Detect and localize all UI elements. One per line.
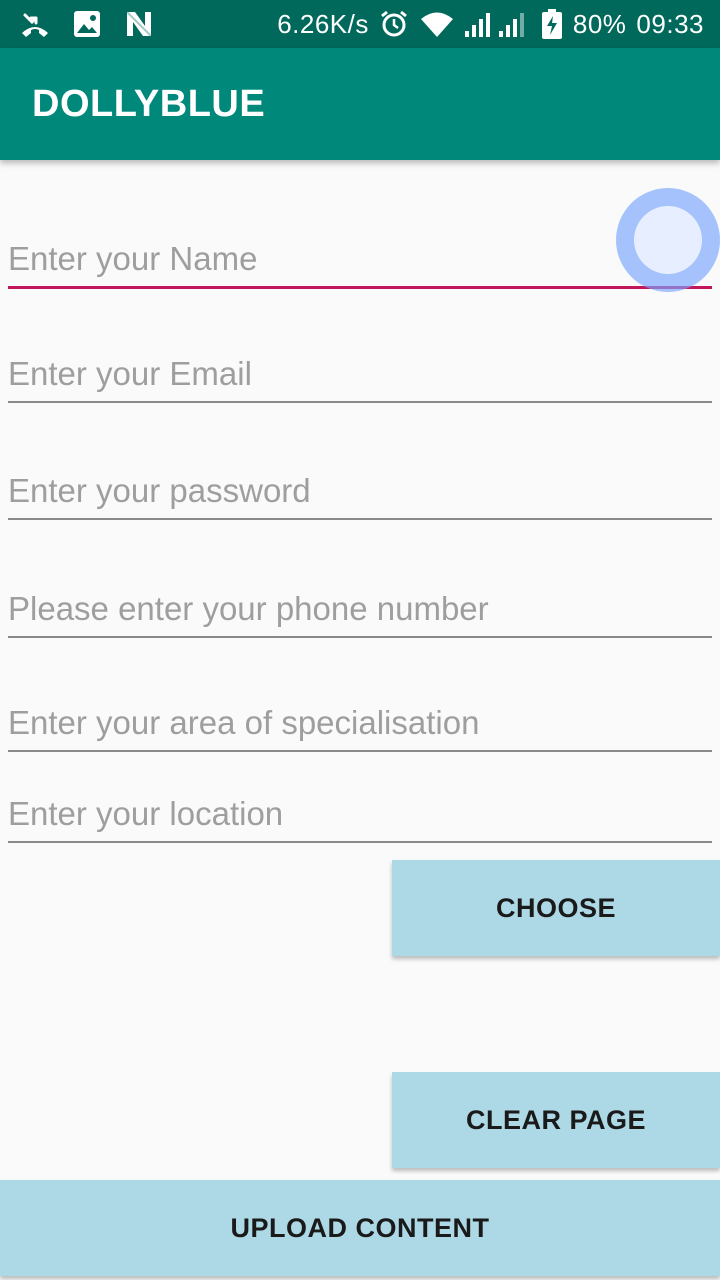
status-bar: 6.26K/s 80% 09:33: [0, 0, 720, 48]
touch-indicator: [616, 188, 720, 292]
phone-input[interactable]: [8, 590, 712, 638]
network-speed: 6.26K/s: [277, 8, 369, 39]
alarm-icon: [379, 9, 409, 39]
signal-icon: [464, 9, 531, 39]
name-input[interactable]: [8, 240, 712, 289]
app-bar: DOLLYBLUE: [0, 48, 720, 160]
notification-icons: [20, 9, 154, 39]
battery-level: 80%: [572, 8, 627, 39]
wifi-icon: [419, 9, 455, 39]
choose-button[interactable]: CHOOSE: [392, 860, 720, 956]
specialisation-input[interactable]: [8, 704, 712, 752]
clock-time: 09:33: [636, 8, 704, 39]
status-indicators: 6.26K/s 80% 09:33: [277, 9, 704, 40]
app-title: DOLLYBLUE: [32, 82, 266, 125]
location-input[interactable]: [8, 795, 712, 843]
email-input[interactable]: [8, 355, 712, 403]
missed-call-icon: [20, 9, 50, 39]
clear-page-button[interactable]: CLEAR PAGE: [392, 1072, 720, 1168]
image-icon: [72, 9, 102, 39]
password-input[interactable]: [8, 472, 712, 520]
n-notification-icon: [124, 9, 154, 39]
battery-charging-icon: [541, 9, 563, 39]
upload-content-button[interactable]: UPLOAD CONTENT: [0, 1180, 720, 1276]
